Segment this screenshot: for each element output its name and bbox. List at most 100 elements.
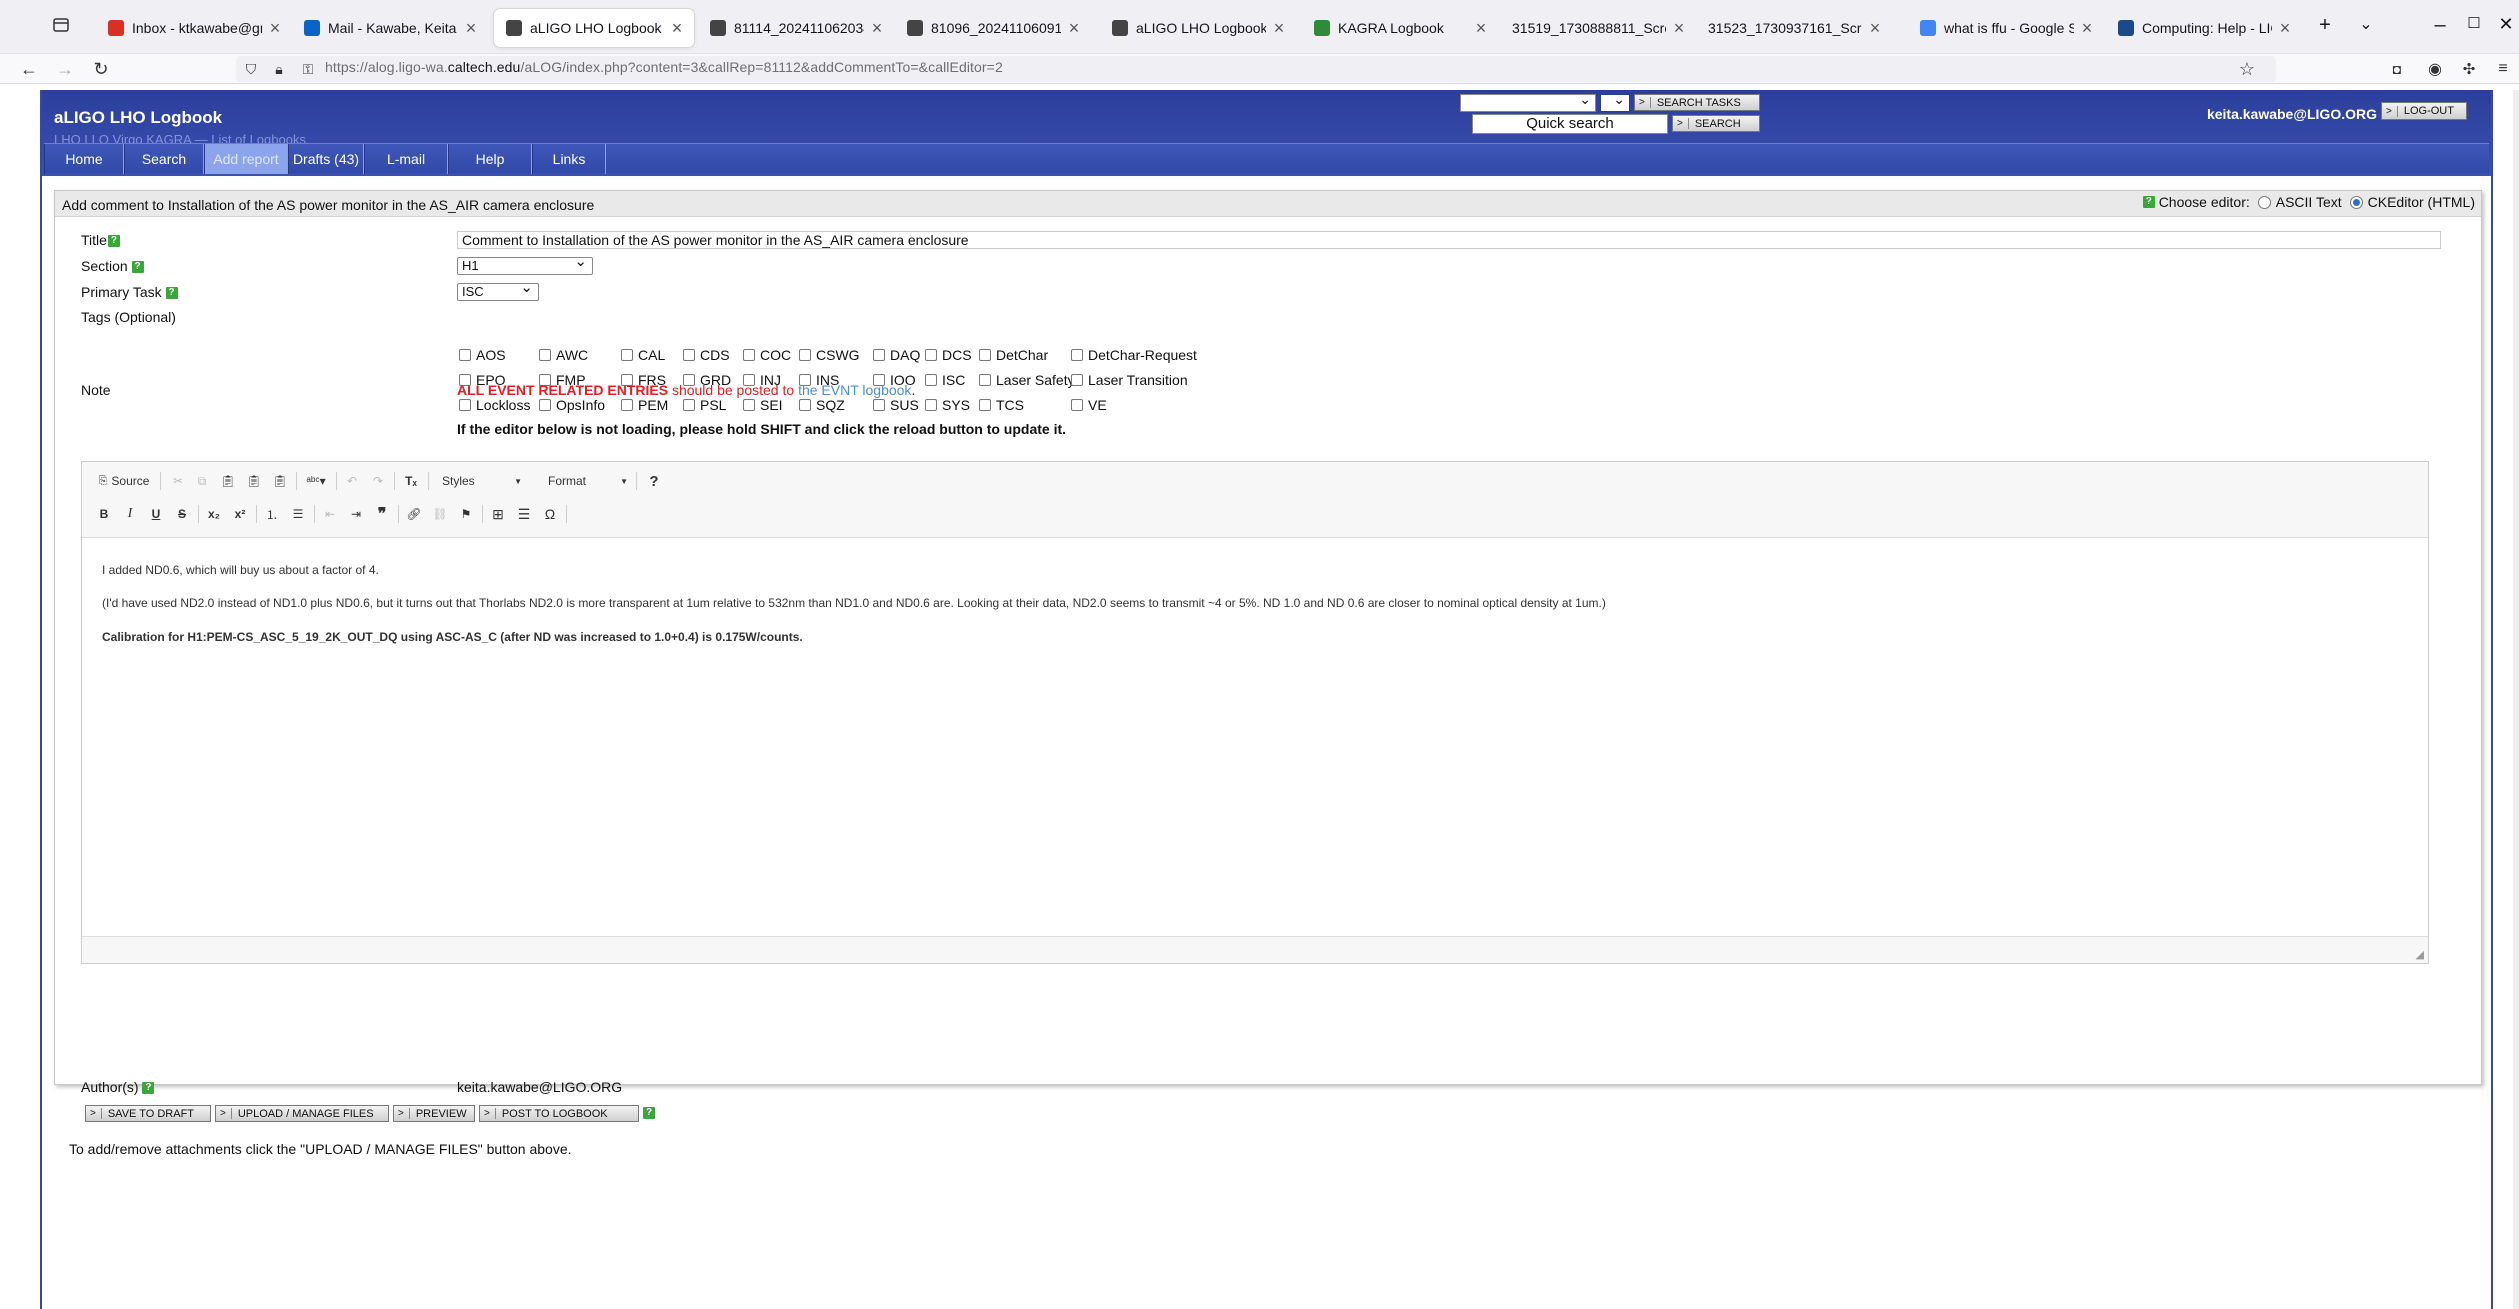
browser-tab[interactable]: Inbox - ktkawabe@gm × (96, 9, 292, 47)
menu-item[interactable]: Search (124, 144, 204, 174)
indent-icon[interactable]: ⇥ (346, 504, 366, 524)
paste-text-icon[interactable]: 📋︎ (244, 471, 264, 491)
ckeditor-radio[interactable] (2349, 195, 2363, 209)
tag-option[interactable]: PSL (683, 397, 726, 413)
italic-icon[interactable]: I (120, 504, 140, 524)
format-dropdown[interactable]: Format ▼ (548, 471, 628, 491)
close-tab-icon[interactable]: × (670, 19, 684, 37)
bulleted-list-icon[interactable]: ☰ (288, 504, 308, 524)
tab-list-chevron-icon[interactable]: ⌄ (2354, 14, 2378, 34)
upload-manage-files-button[interactable]: > UPLOAD / MANAGE FILES (215, 1105, 389, 1122)
evnt-logbook-link[interactable]: the EVNT logbook (798, 382, 911, 398)
search-task-sub-select[interactable] (1600, 91, 1630, 112)
tag-option[interactable]: SUS (873, 397, 919, 413)
browser-tab[interactable]: Mail - Kawabe, Keita - (× (292, 9, 488, 47)
tag-checkbox[interactable] (1071, 374, 1083, 386)
tag-checkbox[interactable] (621, 349, 633, 361)
table-icon[interactable]: ⊞ (488, 504, 508, 524)
tag-checkbox[interactable] (743, 349, 755, 361)
forward-icon[interactable]: → (54, 58, 76, 80)
redo-icon[interactable]: ↷ (368, 471, 388, 491)
page-scrollbar[interactable] (2513, 90, 2519, 1309)
outdent-icon[interactable]: ⇤ (320, 504, 340, 524)
styles-dropdown[interactable]: Styles ▼ (442, 471, 522, 491)
lock-icon[interactable]: 🔒︎ (268, 58, 290, 80)
close-tab-icon[interactable]: × (1272, 19, 1286, 37)
close-tab-icon[interactable]: × (1672, 19, 1686, 37)
tag-option[interactable]: DetChar (979, 347, 1048, 363)
title-input[interactable]: Comment to Installation of the AS power … (457, 231, 2441, 249)
minimize-button[interactable]: – (2428, 14, 2452, 37)
browser-tab[interactable]: KAGRA Logbook × (1302, 9, 1498, 47)
menu-item[interactable]: Help (448, 144, 532, 174)
source-button[interactable]: ⎘ Source (94, 471, 154, 491)
maximize-button[interactable]: ☐ (2462, 14, 2486, 32)
quick-search-button[interactable]: > SEARCH (1672, 115, 1760, 132)
browser-tab[interactable]: 81096_20241106091942 × (895, 9, 1091, 47)
tag-checkbox[interactable] (873, 399, 885, 411)
tag-option[interactable]: DAQ (873, 347, 920, 363)
close-tab-icon[interactable]: × (268, 19, 282, 37)
menu-item[interactable]: Drafts (43) (288, 144, 364, 174)
tag-option[interactable]: DCS (925, 347, 972, 363)
tag-option[interactable]: AWC (539, 347, 588, 363)
quick-search-input[interactable]: Quick search (1472, 114, 1668, 134)
extensions-icon[interactable]: ✣ (2458, 58, 2480, 80)
tag-checkbox[interactable] (925, 399, 937, 411)
close-tab-icon[interactable]: × (2278, 19, 2292, 37)
resize-handle-icon[interactable]: ◢ (2416, 948, 2424, 961)
tag-checkbox[interactable] (979, 349, 991, 361)
tag-option[interactable]: SYS (925, 397, 970, 413)
tag-option[interactable]: COC (743, 347, 791, 363)
tag-option[interactable]: AOS (459, 347, 506, 363)
tag-option[interactable]: OpsInfo (539, 397, 605, 413)
help-question-icon[interactable]: ? (644, 471, 664, 491)
tag-option[interactable]: Laser Safety (979, 372, 1075, 388)
subscript-icon[interactable]: x₂ (204, 504, 224, 524)
tag-checkbox[interactable] (979, 374, 991, 386)
new-tab-button[interactable]: + (2313, 14, 2337, 37)
reload-icon[interactable]: ↻ (90, 58, 112, 80)
browser-tab[interactable]: aLIGO LHO Logbook × (494, 9, 694, 47)
app-menu-icon[interactable]: ≡ (2492, 58, 2514, 80)
close-tab-icon[interactable]: × (1067, 19, 1081, 37)
tag-checkbox[interactable] (743, 399, 755, 411)
tag-checkbox[interactable] (799, 349, 811, 361)
tag-option[interactable]: DetChar-Request (1071, 347, 1197, 363)
tag-checkbox[interactable] (1071, 349, 1083, 361)
tag-option[interactable]: CDS (683, 347, 730, 363)
tag-checkbox[interactable] (873, 349, 885, 361)
ascii-radio[interactable] (2257, 195, 2271, 209)
strikethrough-icon[interactable]: S (172, 504, 192, 524)
unlink-icon[interactable]: ⛓ (430, 504, 450, 524)
tag-option[interactable]: Lockloss (459, 397, 530, 413)
help-icon[interactable]: ? (643, 1107, 655, 1119)
menu-item[interactable]: Links (532, 144, 606, 174)
tag-checkbox[interactable] (1071, 399, 1083, 411)
tag-checkbox[interactable] (799, 399, 811, 411)
bold-icon[interactable]: B (94, 504, 114, 524)
tag-option[interactable]: PEM (621, 397, 668, 413)
tag-option[interactable]: CAL (621, 347, 665, 363)
blockquote-icon[interactable]: ❞ (372, 504, 392, 524)
help-icon[interactable]: ? (142, 1082, 155, 1095)
numbered-list-icon[interactable]: ⒈ (262, 504, 282, 524)
browser-tab[interactable]: what is ffu - Google Se × (1908, 9, 2104, 47)
ascii-option-label[interactable]: ASCII Text (2276, 194, 2342, 210)
cut-icon[interactable]: ✂ (168, 471, 188, 491)
close-tab-icon[interactable]: × (1868, 19, 1882, 37)
ckeditor-option-label[interactable]: CKEditor (HTML) (2368, 194, 2475, 210)
tag-option[interactable]: SQZ (799, 397, 845, 413)
pocket-icon[interactable]: ◘ (2386, 58, 2408, 80)
bookmark-star-icon[interactable]: ☆ (2236, 58, 2258, 80)
menu-item[interactable]: Home (44, 144, 124, 174)
account-icon[interactable]: ◉ (2424, 58, 2446, 80)
tag-option[interactable]: Laser Transition (1071, 372, 1188, 388)
help-icon[interactable]: ? (131, 261, 144, 274)
tag-checkbox[interactable] (621, 399, 633, 411)
help-icon[interactable]: ? (165, 287, 178, 300)
browser-tab[interactable]: 31523_1730937161_Scree × (1696, 9, 1892, 47)
logout-button[interactable]: > LOG-OUT (2381, 102, 2467, 120)
browser-tab[interactable]: Computing: Help - LIGO × (2106, 9, 2302, 47)
undo-icon[interactable]: ↶ (342, 471, 362, 491)
